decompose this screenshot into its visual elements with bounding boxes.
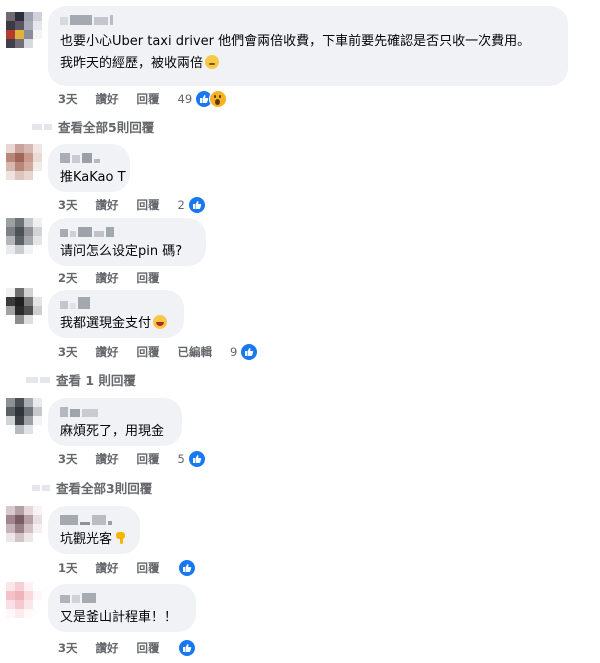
comment-actions: 3天 讚好 回覆 5 bbox=[58, 450, 206, 468]
reactions[interactable] bbox=[177, 559, 196, 577]
sweat-smile-emoji-icon bbox=[205, 55, 220, 69]
reaction-count[interactable]: 49 bbox=[178, 92, 193, 106]
comment-text: 我都選現金支付 bbox=[60, 315, 172, 333]
timestamp[interactable]: 3天 bbox=[58, 344, 78, 360]
avatar[interactable] bbox=[6, 218, 42, 254]
commenter-name[interactable] bbox=[60, 513, 128, 525]
comment-text: 又是釜山計程車！！ bbox=[60, 610, 178, 625]
comment-actions: 1天 讚好 回覆 bbox=[58, 559, 196, 577]
reactions[interactable] bbox=[240, 343, 259, 361]
avatar[interactable] bbox=[6, 398, 42, 434]
timestamp[interactable]: 1天 bbox=[58, 560, 78, 576]
commenter-name[interactable] bbox=[60, 225, 194, 237]
like-button[interactable]: 讚好 bbox=[96, 197, 119, 213]
timestamp[interactable]: 3天 bbox=[58, 640, 78, 656]
reply-button[interactable]: 回覆 bbox=[137, 91, 160, 107]
comment-text: 也要小心Uber taxi driver 他們會兩倍收費，下車前要先確認是否只收… bbox=[60, 34, 531, 49]
reply-button[interactable]: 回覆 bbox=[137, 640, 160, 656]
timestamp[interactable]: 2天 bbox=[58, 270, 78, 286]
wow-reaction-icon bbox=[209, 90, 228, 108]
commenter-name[interactable] bbox=[60, 151, 118, 163]
comment-bubble: 麻煩死了，用現金 bbox=[48, 398, 182, 446]
comment-actions: 3天 讚好 回覆 2 bbox=[58, 196, 206, 214]
like-button[interactable]: 讚好 bbox=[96, 91, 119, 107]
commenter-name[interactable] bbox=[60, 13, 556, 25]
reply-button[interactable]: 回覆 bbox=[137, 197, 160, 213]
reactions[interactable] bbox=[187, 196, 206, 214]
like-button[interactable]: 讚好 bbox=[96, 344, 119, 360]
view-replies-link[interactable]: 查看全部5則回覆 bbox=[32, 117, 154, 136]
comment-bubble: 坑觀光客 bbox=[48, 506, 140, 554]
avatar[interactable] bbox=[6, 288, 42, 324]
reactions[interactable] bbox=[177, 639, 196, 657]
like-button[interactable]: 讚好 bbox=[96, 640, 119, 656]
like-reaction-icon bbox=[177, 639, 196, 657]
timestamp[interactable]: 3天 bbox=[58, 451, 78, 467]
like-reaction-icon bbox=[187, 196, 206, 214]
like-button[interactable]: 讚好 bbox=[96, 270, 119, 286]
reaction-count[interactable]: 2 bbox=[178, 198, 185, 212]
view-replies-link[interactable]: 查看 1 則回覆 bbox=[26, 370, 136, 389]
commenter-name[interactable] bbox=[60, 297, 172, 309]
reply-button[interactable]: 回覆 bbox=[137, 344, 160, 360]
like-reaction-icon bbox=[187, 450, 206, 468]
comment-actions: 3天 讚好 回覆 49 bbox=[58, 90, 228, 108]
reaction-count[interactable]: 9 bbox=[230, 345, 237, 359]
timestamp[interactable]: 3天 bbox=[58, 197, 78, 213]
comment-bubble: 又是釜山計程車！！ bbox=[48, 584, 196, 632]
avatar[interactable] bbox=[6, 144, 42, 180]
like-reaction-icon bbox=[240, 343, 259, 361]
avatar[interactable] bbox=[6, 12, 42, 48]
comment-bubble: 推KaKao T bbox=[48, 144, 130, 192]
timestamp[interactable]: 3天 bbox=[58, 91, 78, 107]
commenter-name[interactable] bbox=[60, 405, 170, 417]
avatar[interactable] bbox=[6, 506, 42, 542]
like-button[interactable]: 讚好 bbox=[96, 451, 119, 467]
reply-button[interactable]: 回覆 bbox=[137, 560, 160, 576]
comment-text: 请问怎么设定pin 碼? bbox=[60, 244, 183, 259]
like-button[interactable]: 讚好 bbox=[96, 560, 119, 576]
comment-bubble: 也要小心Uber taxi driver 他們會兩倍收費，下車前要先確認是否只收… bbox=[48, 6, 568, 86]
view-replies-link[interactable]: 查看全部3則回覆 bbox=[32, 478, 152, 497]
comment-text: 麻煩死了，用現金 bbox=[60, 424, 165, 439]
edited-label[interactable]: 已編輯 bbox=[178, 344, 213, 360]
thumbs-down-emoji-icon bbox=[114, 531, 128, 545]
reactions[interactable] bbox=[195, 90, 228, 108]
reaction-count[interactable]: 5 bbox=[178, 452, 185, 466]
comment-bubble: 请问怎么设定pin 碼? bbox=[48, 218, 206, 266]
reply-button[interactable]: 回覆 bbox=[137, 451, 160, 467]
laughing-emoji-icon bbox=[153, 315, 168, 329]
avatar[interactable] bbox=[6, 582, 42, 618]
reply-button[interactable]: 回覆 bbox=[137, 270, 160, 286]
commenter-name[interactable] bbox=[60, 591, 184, 603]
comment-bubble: 我都選現金支付 bbox=[48, 290, 184, 338]
reactions[interactable] bbox=[187, 450, 206, 468]
comment-actions: 2天 讚好 回覆 bbox=[58, 270, 178, 286]
comment-text: 坑觀光客 bbox=[60, 531, 128, 549]
like-reaction-icon bbox=[177, 559, 196, 577]
comment-text: 推KaKao T bbox=[60, 170, 126, 185]
comment-text: 我昨天的經歷，被收兩倍 bbox=[60, 53, 556, 75]
comment-actions: 3天 讚好 回覆 bbox=[58, 639, 196, 657]
comment-actions: 3天 讚好 回覆 已編輯 9 bbox=[58, 343, 259, 361]
